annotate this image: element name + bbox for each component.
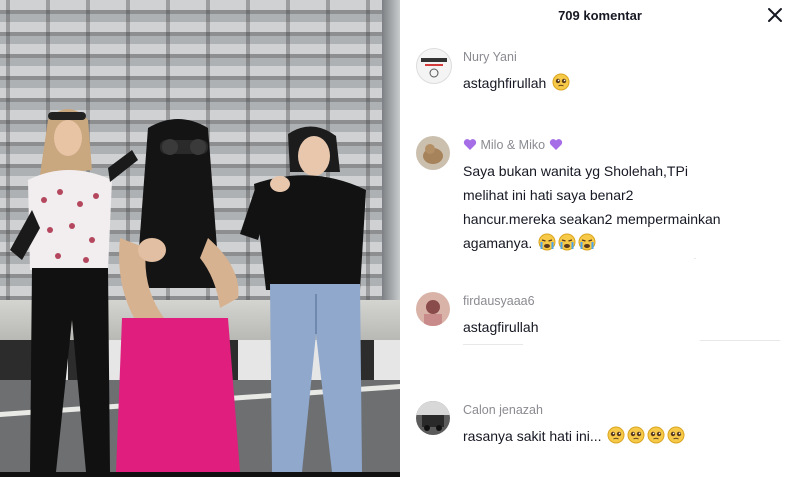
comments-panel: 709 komentar Nury Yani astaghfirullah Mi… (400, 0, 800, 477)
comment-username[interactable]: Milo & Miko (463, 138, 563, 154)
comment-text-line: melihat ini hati saya benar2 (463, 187, 634, 203)
avatar[interactable] (416, 136, 450, 170)
purple-heart-icon (549, 138, 563, 154)
comment-text: astagfirullah (463, 319, 539, 335)
video-frame[interactable] (0, 0, 400, 472)
comment-username[interactable]: firdausyaaa6 (463, 294, 535, 308)
loudly-crying-face-icon (558, 233, 576, 258)
comment-text-line: hancur.mereka seakan2 mempermainkan (463, 211, 721, 227)
divider (700, 340, 780, 341)
pleading-face-icon (627, 426, 645, 451)
person-right (240, 126, 366, 472)
close-icon[interactable] (764, 4, 786, 26)
pleading-face-icon (647, 426, 665, 451)
comment-text-content: astaghfirullah (463, 75, 547, 91)
pleading-face-icon (607, 426, 625, 451)
pleading-face-icon (667, 426, 685, 451)
comment-text: Saya bukan wanita yg Sholehah,TPi meliha… (463, 159, 783, 258)
avatar[interactable] (416, 401, 450, 435)
comment-text-line: agamanya. (463, 235, 533, 251)
person-center (116, 119, 240, 472)
comment-item: firdausyaaa6 astagfirullah (400, 290, 800, 350)
comment-item: Nury Yani astaghfirullah (400, 46, 800, 106)
comment-item: Milo & Miko Saya bukan wanita yg Sholeha… (400, 134, 800, 264)
comment-username[interactable]: Nury Yani (463, 50, 517, 64)
comment-username[interactable]: Calon jenazah (463, 403, 543, 417)
divider (694, 258, 696, 259)
comment-username-text: Milo & Miko (480, 138, 546, 152)
purple-heart-icon (463, 138, 477, 154)
pleading-face-icon (552, 73, 570, 98)
comment-text-content: rasanya sakit hati ini... (463, 428, 602, 444)
comment-text-line: Saya bukan wanita yg Sholehah,TPi (463, 163, 688, 179)
avatar[interactable] (416, 48, 452, 84)
comment-item: Calon jenazah rasanya sakit hati ini... (400, 399, 800, 459)
video-bottom-edge (0, 472, 400, 477)
comment-text: astaghfirullah (463, 71, 783, 98)
comment-text-line-last: agamanya. (463, 231, 783, 258)
comment-count: 709 komentar (558, 8, 642, 23)
divider (463, 344, 523, 345)
loudly-crying-face-icon (538, 233, 556, 258)
loudly-crying-face-icon (578, 233, 596, 258)
comment-text: rasanya sakit hati ini... (463, 424, 783, 451)
avatar[interactable] (416, 292, 450, 326)
